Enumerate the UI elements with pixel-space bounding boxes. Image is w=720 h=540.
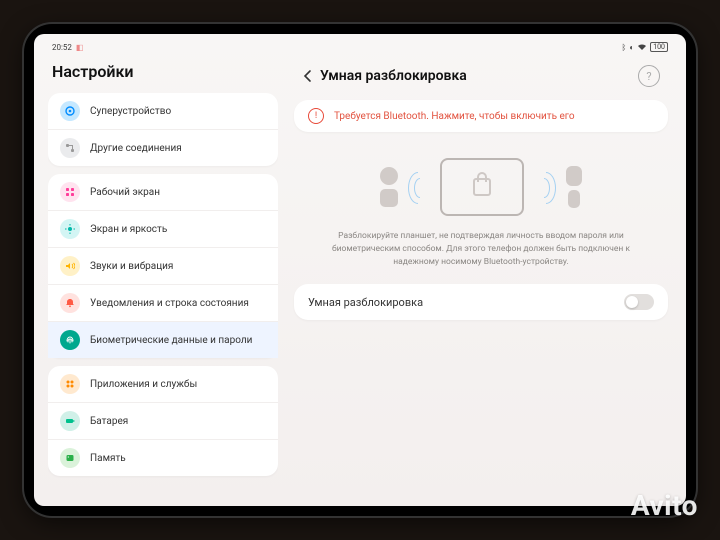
status-time: 20:52	[52, 43, 72, 52]
status-bar: 20:52 ◧ ᛒ ◐ 100	[34, 34, 686, 56]
battery-icon	[60, 411, 80, 431]
sidebar-item-superdevice[interactable]: Суперустройство	[48, 93, 278, 130]
sidebar-item-label: Звуки и вибрация	[90, 261, 173, 272]
superdevice-icon	[60, 101, 80, 121]
signal-waves-icon	[412, 172, 426, 202]
sidebar-item-label: Уведомления и строка состояния	[90, 298, 249, 309]
tablet-frame: 20:52 ◧ ᛒ ◐ 100 Настройки Суп	[24, 24, 696, 516]
warning-icon: !	[308, 108, 324, 124]
apps-icon	[60, 374, 80, 394]
status-right: ᛒ ◐ 100	[622, 42, 668, 52]
tablet-illustration	[440, 158, 524, 216]
smart-unlock-toggle[interactable]	[624, 294, 654, 310]
illustration	[294, 146, 668, 224]
sidebar-item-apps[interactable]: Приложения и службы	[48, 366, 278, 403]
sidebar-item-connections[interactable]: Другие соединения	[48, 130, 278, 166]
smart-unlock-row: Умная разблокировка	[294, 284, 668, 320]
eye-comfort-icon: ◐	[629, 43, 634, 52]
homescreen-icon	[60, 182, 80, 202]
sidebar-item-label: Другие соединения	[90, 143, 182, 154]
earbuds-icon	[380, 167, 398, 185]
battery-pct: 100	[650, 42, 668, 52]
banner-text: Требуется Bluetooth. Нажмите, чтобы вклю…	[334, 111, 575, 122]
storage-icon	[60, 448, 80, 468]
page-title: Умная разблокировка	[320, 68, 638, 84]
band-icon	[568, 190, 580, 208]
menu-group: Приложения и службы Батарея Память	[48, 366, 278, 476]
main-content: ! Требуется Bluetooth. Нажмите, чтобы вк…	[290, 100, 672, 320]
bell-icon	[60, 293, 80, 313]
status-left: 20:52 ◧	[52, 43, 83, 52]
sidebar-item-biometrics[interactable]: Биометрические данные и пароли	[48, 322, 278, 358]
brightness-icon	[60, 219, 80, 239]
back-button[interactable]	[296, 64, 320, 88]
smartwatch-icon	[566, 166, 582, 186]
sidebar-item-notifications[interactable]: Уведомления и строка состояния	[48, 285, 278, 322]
sidebar-item-label: Суперустройство	[90, 106, 171, 117]
menu-group: Суперустройство Другие соединения	[48, 93, 278, 166]
illus-left	[380, 167, 398, 207]
sidebar-item-label: Память	[90, 453, 126, 464]
connections-icon	[60, 138, 80, 158]
bluetooth-off-icon: ᛒ	[622, 43, 627, 52]
watch-icon	[380, 189, 398, 207]
unlock-icon	[473, 178, 491, 196]
wifi-icon	[637, 43, 647, 51]
sidebar-item-label: Приложения и службы	[90, 379, 197, 390]
help-button[interactable]: ?	[638, 65, 660, 87]
chevron-left-icon	[301, 69, 315, 83]
status-indicator-icon: ◧	[76, 43, 84, 52]
main-panel: Умная разблокировка ? ! Требуется Blueto…	[290, 60, 672, 494]
sound-icon	[60, 256, 80, 276]
sidebar-item-label: Батарея	[90, 416, 128, 427]
sidebar: Настройки Суперустройство Другие соедине…	[48, 60, 278, 494]
bluetooth-warning-banner[interactable]: ! Требуется Bluetooth. Нажмите, чтобы вк…	[294, 100, 668, 132]
main-header: Умная разблокировка ?	[290, 60, 672, 100]
fingerprint-icon	[60, 330, 80, 350]
sidebar-item-sound[interactable]: Звуки и вибрация	[48, 248, 278, 285]
sidebar-item-battery[interactable]: Батарея	[48, 403, 278, 440]
menu-group: Рабочий экран Экран и яркость Звуки и ви…	[48, 174, 278, 358]
feature-description: Разблокируйте планшет, не подтверждая ли…	[294, 224, 668, 284]
signal-waves-icon	[538, 172, 552, 202]
sidebar-item-homescreen[interactable]: Рабочий экран	[48, 174, 278, 211]
sidebar-item-brightness[interactable]: Экран и яркость	[48, 211, 278, 248]
settings-menu: Суперустройство Другие соединения Рабочи…	[48, 93, 278, 494]
sidebar-item-label: Биометрические данные и пароли	[90, 335, 252, 346]
sidebar-item-label: Рабочий экран	[90, 187, 160, 198]
sidebar-item-storage[interactable]: Память	[48, 440, 278, 476]
sidebar-item-label: Экран и яркость	[90, 224, 167, 235]
screen: 20:52 ◧ ᛒ ◐ 100 Настройки Суп	[34, 34, 686, 506]
settings-title: Настройки	[52, 62, 274, 81]
content: Настройки Суперустройство Другие соедине…	[34, 56, 686, 506]
row-label: Умная разблокировка	[308, 296, 423, 309]
illus-right	[566, 166, 582, 208]
